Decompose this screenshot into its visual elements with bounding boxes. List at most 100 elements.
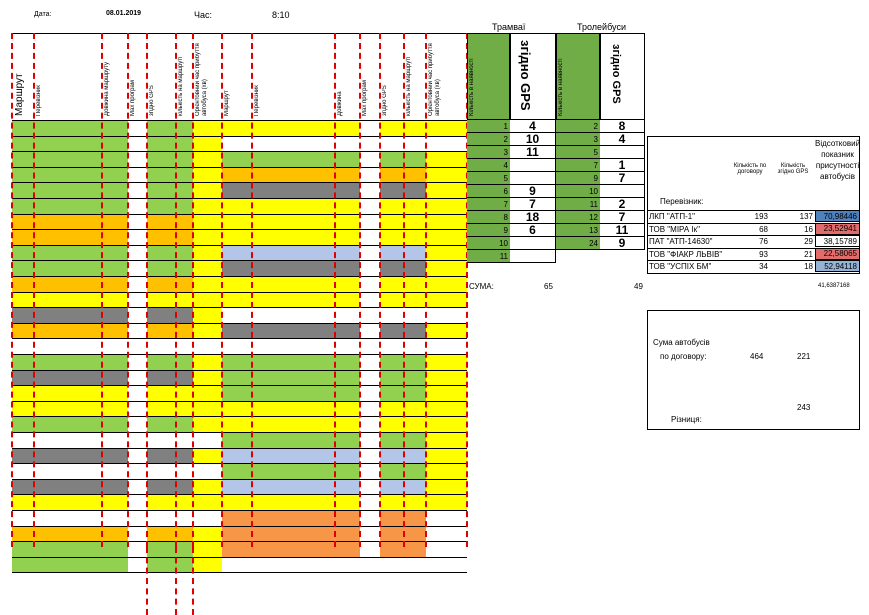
right-length [335,416,360,432]
left-max [128,338,147,354]
right-carrier [252,338,335,354]
right-count [404,136,426,152]
right-interval [426,182,467,198]
right-carrier [252,120,335,136]
footer-divider [175,547,177,615]
right-length [335,229,360,245]
trolley-gps: 2 [600,198,645,211]
left-carrier [34,526,102,542]
tram-gps-header-box [510,33,556,120]
left-max [128,400,147,417]
header-interval: Орієнтовний час прибуття автобуса (хв) [195,43,208,116]
left-carrier [34,510,102,526]
tram-gps: 6 [510,224,556,237]
right-max [360,151,380,167]
row-divider [12,510,467,511]
left-route [12,557,34,573]
left-length [102,323,128,339]
column-divider [11,33,13,547]
row-divider [12,213,467,215]
left-route [12,182,34,198]
left-interval [193,182,222,198]
right-max [360,135,380,152]
right-route [222,136,252,152]
left-length [102,526,128,542]
right-interval [426,135,467,152]
right-interval [426,213,467,230]
left-max [128,307,147,323]
right-max [360,447,380,464]
right-interval [426,354,467,370]
right-max [360,338,380,354]
column-divider [33,33,35,547]
left-max [128,276,147,292]
left-gps [147,494,176,510]
summary-gps: 137 [770,210,815,222]
left-max [128,369,147,386]
right-carrier [252,385,335,401]
right-carrier [252,432,335,448]
left-max [128,135,147,152]
left-count [176,198,193,214]
right-interval [426,260,467,276]
right-max [360,291,380,308]
left-max [128,213,147,230]
row-divider [12,151,467,153]
summary-sum-contract: 464 [750,352,764,361]
row-divider [12,432,467,433]
left-count [176,151,193,167]
left-max [128,494,147,510]
left-route [12,307,34,323]
right-interval [426,385,467,401]
tram-gps: 10 [510,133,556,146]
trolley-number: 10 [556,185,600,198]
right-route [222,338,252,354]
right-max [360,198,380,214]
right-length [335,167,360,183]
trolley-number: 12 [556,211,600,224]
column-divider [101,33,103,547]
right-route [222,276,252,292]
right-length [335,557,360,573]
summary-diff-label: Різниця: [671,415,702,424]
right-interval [426,244,467,261]
right-gps [380,479,404,495]
left-max [128,151,147,167]
left-route [12,526,34,542]
row-divider [12,494,467,496]
left-length [102,229,128,245]
right-count [404,182,426,198]
left-route [12,401,34,417]
row-divider [12,447,467,449]
left-max [128,541,147,557]
left-carrier [34,432,102,448]
left-gps [147,416,176,432]
left-interval [193,213,222,230]
left-carrier [34,323,102,339]
right-interval [426,307,467,323]
left-route [12,338,34,354]
right-count [404,385,426,401]
summary-sum-box [647,310,860,430]
left-carrier [34,463,102,479]
left-count [176,541,193,557]
left-gps [147,541,176,557]
right-gps [380,432,404,448]
left-interval [193,541,222,557]
right-max [360,432,380,448]
left-max [128,198,147,214]
left-gps [147,182,176,198]
tram-number: 5 [467,172,510,185]
left-route [12,448,34,464]
summary-pct-header: Відсотковий показник присутності автобус… [815,139,861,181]
header-length: Довжина маршруту [104,62,110,116]
right-gps [380,120,404,136]
right-gps [380,136,404,152]
left-carrier [34,557,102,573]
footer-divider [192,547,194,615]
right-count [404,323,426,339]
column-divider [192,33,194,547]
left-count [176,448,193,464]
summary-sum-label-1: Сума автобусів [653,338,710,347]
tram-number: 8 [467,211,510,224]
